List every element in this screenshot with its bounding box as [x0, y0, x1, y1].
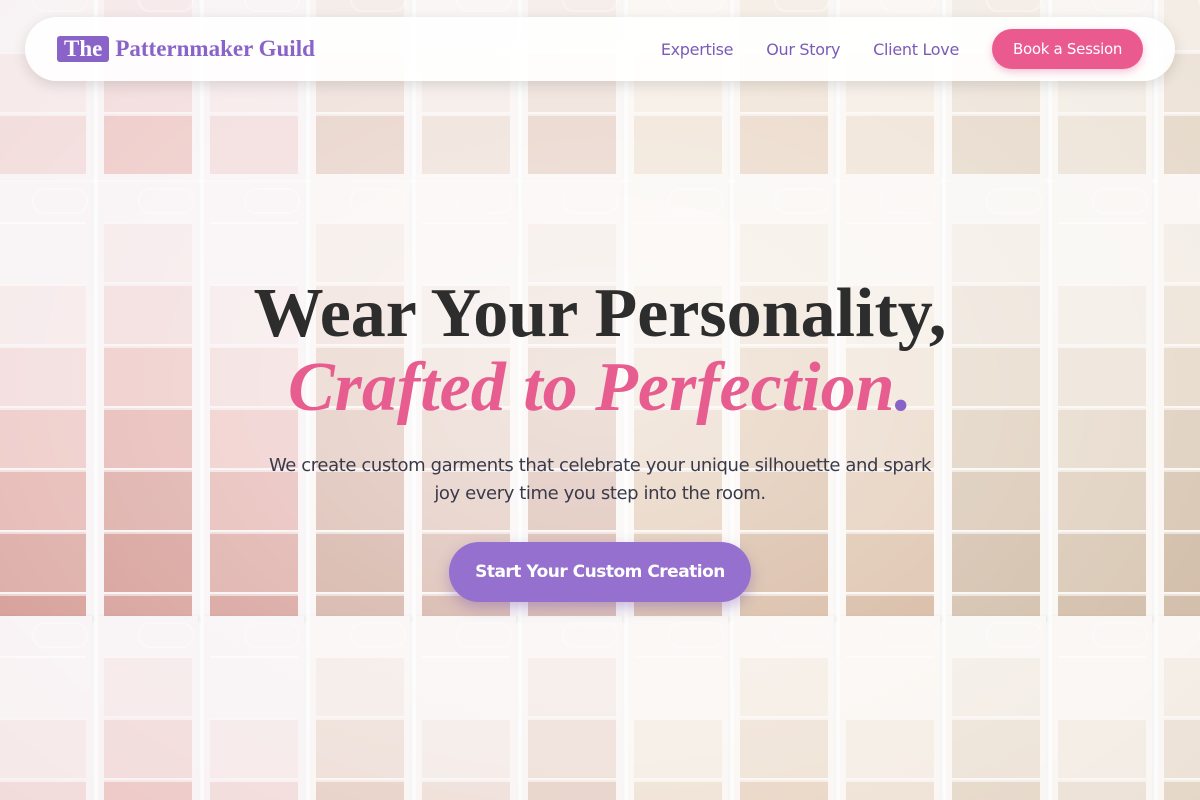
nav-link-expertise[interactable]: Expertise: [661, 40, 734, 59]
landing-page: The Patternmaker Guild Expertise Our Sto…: [0, 0, 1200, 800]
nav-link-client-love[interactable]: Client Love: [873, 40, 959, 59]
hero-tagline-text: Crafted to Perfection: [287, 349, 895, 426]
brand-prefix: The: [57, 36, 110, 62]
hero-tagline-dot: .: [894, 349, 913, 426]
hero-section: Wear Your Personality, Crafted to Perfec…: [0, 275, 1200, 602]
book-session-button[interactable]: Book a Session: [992, 29, 1143, 69]
brand-name: Patternmaker Guild: [115, 36, 315, 61]
nav-link-our-story[interactable]: Our Story: [766, 40, 840, 59]
hero-headline: Wear Your Personality,: [253, 275, 947, 352]
hero-subtitle: We create custom garments that celebrate…: [268, 455, 932, 504]
brand-logo[interactable]: The Patternmaker Guild: [57, 36, 315, 62]
navbar: The Patternmaker Guild Expertise Our Sto…: [25, 17, 1175, 81]
hero-tagline: Crafted to Perfection.: [0, 350, 1200, 426]
nav-links: Expertise Our Story Client Love Book a S…: [628, 29, 1143, 69]
start-custom-creation-button[interactable]: Start Your Custom Creation: [449, 542, 751, 602]
